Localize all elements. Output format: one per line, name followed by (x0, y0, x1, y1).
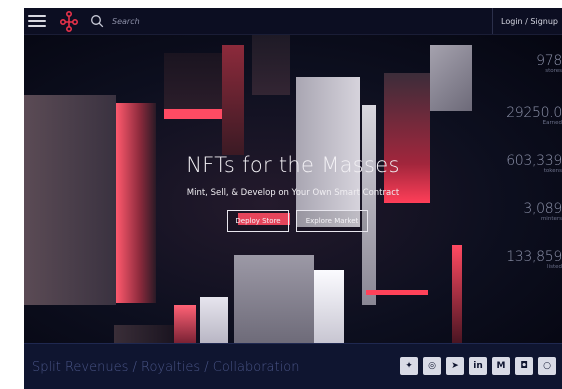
hero-section: NFTs for the Masses Mint, Sell, & Develo… (24, 35, 562, 343)
medium-icon[interactable]: M (492, 357, 510, 375)
background-block (222, 45, 244, 155)
discord-icon[interactable]: ◘ (515, 357, 533, 375)
stat-minters: 3,089 minters (523, 201, 562, 222)
background-block (362, 105, 376, 305)
hero-headline: NFTs for the Masses (186, 153, 400, 177)
stat-value: 29250.0 (506, 105, 562, 121)
social-links: ✦ ◎ ➤ in M ◘ ○ (400, 357, 556, 375)
telegram-icon[interactable]: ➤ (446, 357, 464, 375)
background-block (24, 95, 116, 305)
background-block (234, 255, 314, 343)
stat-listed: 133,859 listed (506, 249, 562, 270)
login-signup-link[interactable]: Login / Signup (492, 8, 562, 34)
background-block (116, 103, 156, 303)
github-icon[interactable]: ○ (538, 357, 556, 375)
footer-tagline: Split Revenues / Royalties / Collaborati… (32, 359, 300, 375)
background-block (252, 35, 290, 95)
background-block (200, 297, 228, 343)
stat-value: 3,089 (523, 201, 562, 217)
stat-tokens: 603,339 tokens (506, 153, 562, 174)
stat-value: 978 (536, 53, 562, 69)
search-input[interactable] (110, 15, 414, 27)
instagram-icon[interactable]: ◎ (423, 357, 441, 375)
search-icon[interactable] (90, 14, 104, 28)
background-block (314, 270, 344, 343)
background-block (430, 45, 472, 111)
background-block (452, 245, 462, 343)
logo-icon[interactable] (58, 10, 80, 32)
explore-market-button[interactable]: Explore Market (296, 210, 368, 232)
stat-value: 133,859 (506, 249, 562, 265)
background-block (114, 325, 174, 343)
stat-earned: 29250.0 Earned (506, 105, 562, 126)
hamburger-menu-icon[interactable] (28, 14, 46, 28)
hero-subheadline: Mint, Sell, & Develop on Your Own Smart … (186, 188, 400, 198)
stat-stores: 978 stores (536, 53, 562, 74)
deploy-store-button[interactable]: Deploy Store (227, 210, 289, 232)
linkedin-icon[interactable]: in (469, 357, 487, 375)
background-block (296, 77, 360, 227)
twitter-icon[interactable]: ✦ (400, 357, 418, 375)
top-navbar: Login / Signup (24, 8, 562, 35)
footer-bar: Split Revenues / Royalties / Collaborati… (24, 343, 562, 389)
background-block (384, 73, 430, 203)
stat-value: 603,339 (506, 153, 562, 169)
app-frame: Login / Signup NFTs for the Masses Mint,… (24, 8, 562, 389)
background-block (174, 305, 196, 343)
background-block (366, 290, 428, 295)
